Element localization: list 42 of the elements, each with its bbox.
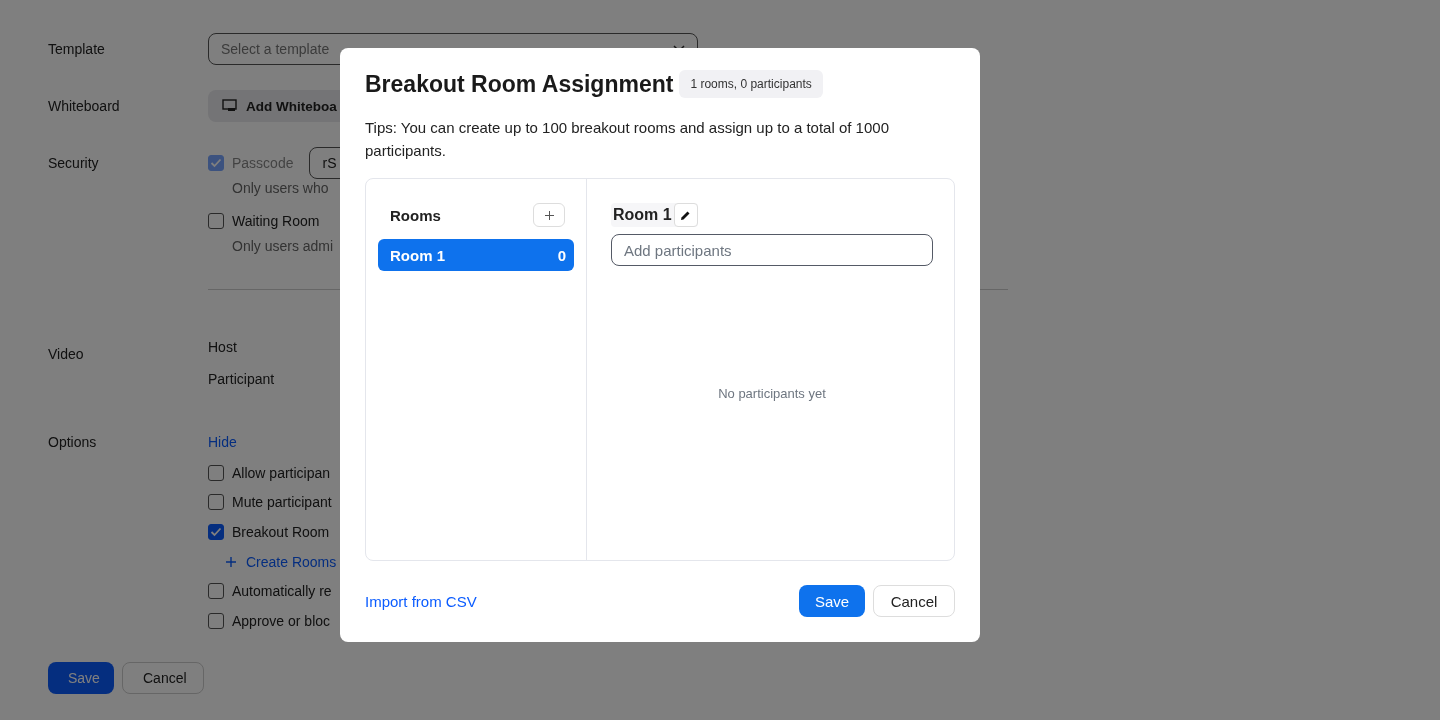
video-option-label: Host	[208, 338, 237, 356]
hint-text: Only users who	[231, 179, 329, 197]
check-icon	[210, 527, 222, 537]
field-label: Options	[48, 433, 98, 452]
count-badge: 1 rooms, 0 participants	[679, 70, 823, 98]
field-label: Whiteboard	[48, 97, 121, 116]
cancel-button[interactable]: Cancel	[873, 585, 955, 617]
empty-state-text: No participants yet	[718, 385, 826, 401]
checkbox[interactable]	[208, 494, 224, 511]
add-room-button[interactable]	[533, 203, 565, 227]
checkbox-label: Passcode	[232, 155, 294, 171]
field-label: Security	[48, 154, 100, 173]
add-participants-field[interactable]: Add participants	[611, 234, 933, 266]
field-label: Template	[48, 40, 106, 59]
checkbox-label: Breakout Room	[232, 524, 330, 540]
checkbox-label: Waiting Room	[232, 213, 320, 229]
import-csv-link[interactable]: Import from CSV	[365, 592, 477, 610]
checkbox[interactable]	[208, 213, 224, 229]
rooms-heading: Rooms	[390, 206, 441, 224]
plus-icon	[226, 556, 236, 567]
checkbox[interactable]	[208, 464, 224, 481]
create-rooms-link[interactable]: Create Rooms	[246, 553, 337, 570]
room-item[interactable]: Room 1 0	[378, 239, 574, 271]
edit-button[interactable]	[673, 203, 698, 227]
room-title: Room 1	[612, 206, 672, 224]
cancel-button[interactable]: Cancel	[122, 661, 204, 694]
checkbox-label: Mute participant	[232, 494, 332, 511]
save-button[interactable]: Save	[48, 661, 114, 694]
checkbox[interactable]	[208, 612, 224, 629]
checkbox-label: Approve or bloc	[232, 612, 331, 629]
checkbox-label: Allow participan	[232, 464, 331, 481]
save-button[interactable]: Save	[799, 585, 865, 617]
hint-text: Only users admi	[231, 237, 334, 255]
field-label: Video	[48, 345, 85, 364]
video-option-label: Participant	[208, 370, 275, 388]
checkbox-label: Automatically re	[232, 583, 332, 600]
checkbox[interactable]	[208, 583, 224, 600]
plus-icon	[544, 210, 554, 220]
whiteboard-icon	[222, 99, 238, 113]
pencil-icon	[680, 209, 692, 221]
checkbox[interactable]	[208, 524, 224, 540]
hide-link[interactable]: Hide	[208, 426, 237, 458]
